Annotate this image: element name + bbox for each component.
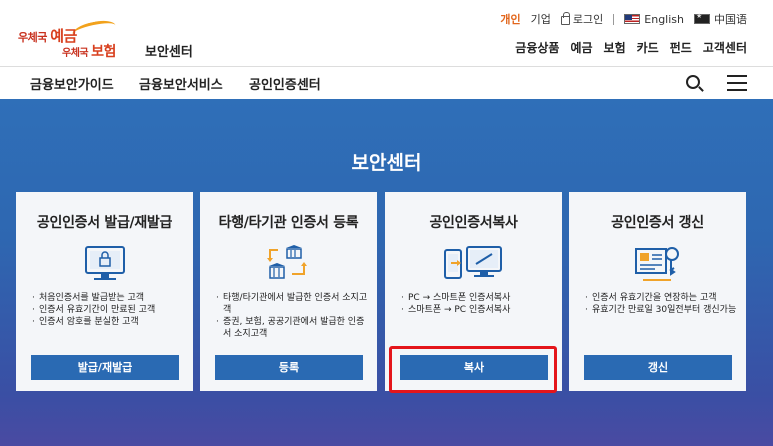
card-cert-register: 타행/타기관 인증서 등록 타행/타기관에서 발급한 인증서 소지고객 증권, … xyxy=(200,192,377,391)
card-title: 타행/타기관 인증서 등록 xyxy=(218,215,359,231)
main-nav-cert-center[interactable]: 공인인증센터 xyxy=(249,74,321,93)
util-english[interactable]: English xyxy=(624,13,684,26)
us-flag-icon xyxy=(624,14,641,24)
top-nav-item[interactable]: 카드 xyxy=(637,39,659,56)
issue-button[interactable]: 발급/재발급 xyxy=(31,355,179,380)
util-login[interactable]: 로그인 xyxy=(560,11,604,27)
card-description: 인증서 유효기간을 연장하는 고객 유효기간 만료일 30일전부터 갱신가능 xyxy=(585,292,737,316)
lock-icon xyxy=(560,11,570,25)
card-description: PC → 스마트폰 인증서복사 스마트폰 → PC 인증서복사 xyxy=(401,292,553,316)
logo-line2: 우체국 보험 xyxy=(62,44,116,60)
copy-button-highlight xyxy=(389,346,557,393)
utility-menu: 개인 기업 로그인 English 中国语 xyxy=(500,11,747,27)
card-desc-item: 스마트폰 → PC 인증서복사 xyxy=(401,304,553,316)
card-cert-issue: 공인인증서 발급/재발급 처음인증서를 발급받는 고객 인증서 유효기간이 만료… xyxy=(16,192,193,391)
main-nav-security-guide[interactable]: 금융보안가이드 xyxy=(30,74,114,93)
main-nav: 금융보안가이드 금융보안서비스 공인인증센터 xyxy=(0,67,773,99)
register-button[interactable]: 등록 xyxy=(215,355,363,380)
util-personal[interactable]: 개인 xyxy=(500,11,520,27)
card-desc-item: PC → 스마트폰 인증서복사 xyxy=(401,292,553,304)
logo-swoosh xyxy=(70,17,118,43)
certificate-renew-icon xyxy=(633,244,683,284)
top-nav: 금융상품 예금 보험 카드 펀드 고객센터 xyxy=(504,39,747,56)
bank-transfer-icon xyxy=(264,244,314,284)
search-icon[interactable] xyxy=(686,75,700,89)
card-desc-item: 인증서 유효기간이 만료된 고객 xyxy=(32,304,184,316)
card-desc-item: 인증서 암호를 분실한 고객 xyxy=(32,316,184,328)
top-nav-item[interactable]: 고객센터 xyxy=(703,39,747,56)
card-desc-item: 유효기간 만료일 30일전부터 갱신가능 xyxy=(585,304,737,316)
cn-flag-icon xyxy=(694,12,710,24)
card-desc-item: 인증서 유효기간을 연장하는 고객 xyxy=(585,292,737,304)
hamburger-menu-icon[interactable] xyxy=(727,75,747,91)
util-corporate[interactable]: 기업 xyxy=(531,11,551,27)
card-title: 공인인증서 갱신 xyxy=(611,215,704,231)
main-nav-security-service[interactable]: 금융보안서비스 xyxy=(139,74,223,93)
card-description: 처음인증서를 발급받는 고객 인증서 유효기간이 만료된 고객 인증서 암호를 … xyxy=(32,292,184,328)
util-chinese[interactable]: 中国语 xyxy=(694,11,747,27)
top-nav-item[interactable]: 예금 xyxy=(570,39,592,56)
top-nav-item[interactable]: 펀드 xyxy=(670,39,692,56)
top-nav-item[interactable]: 보험 xyxy=(604,39,626,56)
header: 우체국 예금 우체국 보험 보안센터 개인 기업 로그인 English 中国语… xyxy=(0,0,773,66)
util-chinese-label: 中国语 xyxy=(714,13,747,26)
card-title: 공인인증서복사 xyxy=(429,215,518,231)
util-divider xyxy=(613,13,615,25)
site-title[interactable]: 보안센터 xyxy=(145,41,193,60)
hero-title: 보안센터 xyxy=(351,152,422,174)
card-desc-item: 증권, 보험, 공공기관에서 발급한 인증서 소지고객 xyxy=(216,316,368,340)
card-desc-item: 처음인증서를 발급받는 고객 xyxy=(32,292,184,304)
renew-button[interactable]: 갱신 xyxy=(584,355,732,380)
computer-lock-icon xyxy=(80,244,130,284)
card-description: 타행/타기관에서 발급한 인증서 소지고객 증권, 보험, 공공기관에서 발급한… xyxy=(216,292,368,340)
top-nav-item[interactable]: 금융상품 xyxy=(515,39,559,56)
phone-pc-copy-icon xyxy=(443,244,502,284)
card-cert-renew: 공인인증서 갱신 인증서 유효기간을 연장하는 고객 유효기간 만료일 30일전… xyxy=(569,192,746,391)
util-english-label: English xyxy=(644,12,684,26)
logo[interactable]: 우체국 예금 우체국 보험 xyxy=(18,17,138,60)
card-title: 공인인증서 발급/재발급 xyxy=(36,215,173,231)
card-desc-item: 타행/타기관에서 발급한 인증서 소지고객 xyxy=(216,292,368,316)
util-login-label: 로그인 xyxy=(572,13,604,26)
